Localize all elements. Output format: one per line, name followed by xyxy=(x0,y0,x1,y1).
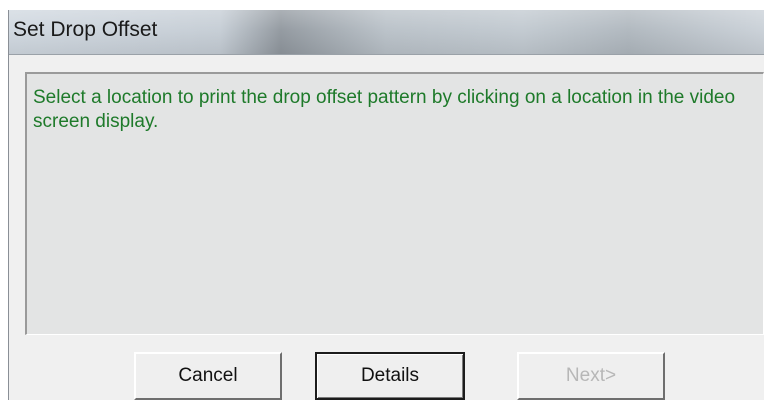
title-bar[interactable]: Set Drop Offset xyxy=(9,10,764,55)
details-button[interactable]: Details xyxy=(315,352,465,400)
next-button[interactable]: Next> xyxy=(517,352,665,400)
instruction-message: Select a location to print the drop offs… xyxy=(33,87,736,132)
set-drop-offset-dialog: Set Drop Offset Select a location to pri… xyxy=(8,10,764,400)
cancel-button[interactable]: Cancel xyxy=(134,352,282,400)
dialog-title: Set Drop Offset xyxy=(13,18,158,41)
message-panel: Select a location to print the drop offs… xyxy=(25,72,764,335)
